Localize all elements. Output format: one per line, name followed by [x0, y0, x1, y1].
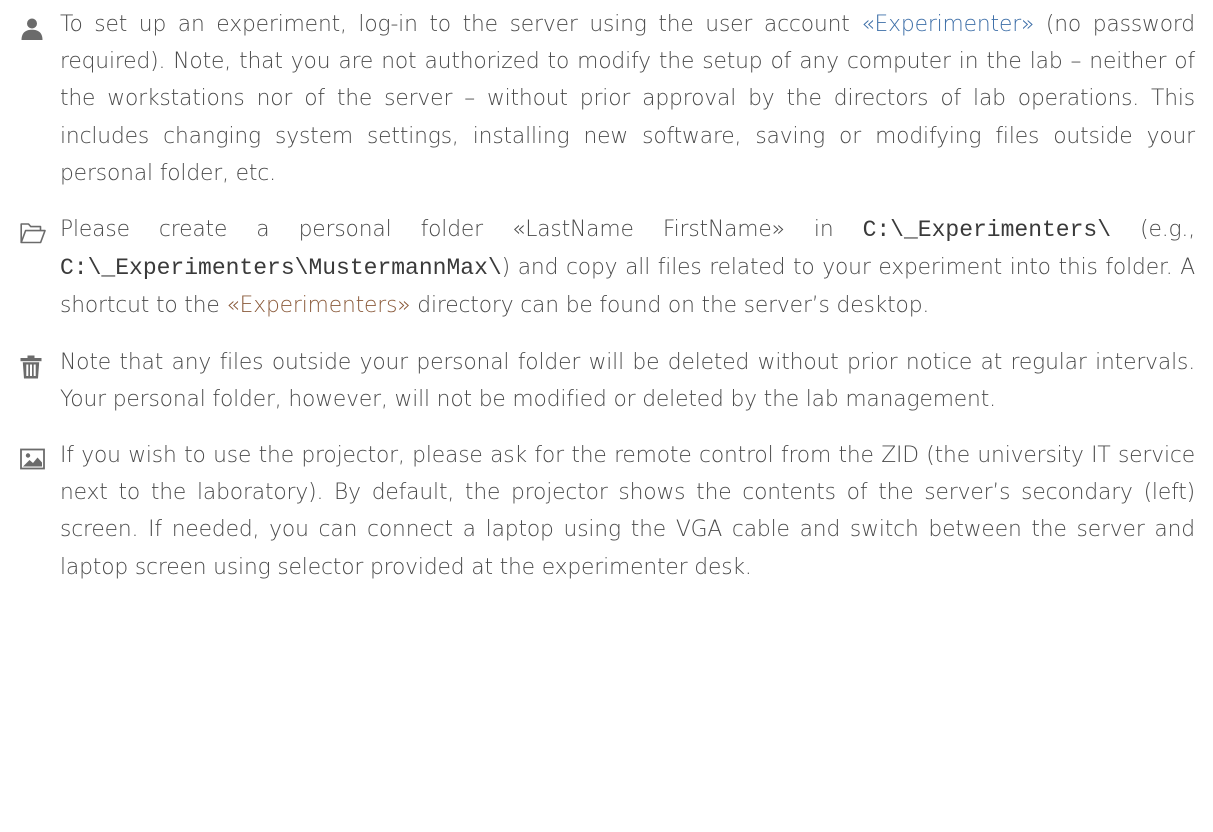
text-run: Please create a personal folder «LastNam… — [60, 217, 863, 243]
trash-icon — [20, 344, 60, 384]
list-item: To set up an experiment, log-in to the s… — [20, 6, 1195, 192]
item-text: If you wish to use the projector, please… — [60, 437, 1195, 586]
list-item: Note that any files outside your persona… — [20, 344, 1195, 418]
item-text: Please create a personal folder «LastNam… — [60, 211, 1195, 325]
instructions-page: To set up an experiment, log-in to the s… — [0, 0, 1213, 832]
example-path: C:\_Experimenters\MustermannMax\ — [60, 255, 502, 282]
user-icon — [20, 6, 60, 46]
account-link[interactable]: «Experimen­ter» — [861, 12, 1034, 37]
image-icon — [20, 437, 60, 477]
text-run: To set up an experiment, log-in to the s… — [60, 12, 862, 37]
text-run: (no password required). Note, that you a… — [60, 12, 1195, 186]
text-run: directory can be found on the server’s d… — [410, 293, 930, 319]
folder-path: C:\_Experimenters\ — [862, 217, 1112, 244]
text-run: If you wish to use the projector, please… — [60, 443, 1195, 580]
folder-open-icon — [20, 211, 60, 251]
text-run: Note that any files outside your persona… — [60, 349, 1195, 412]
list-item: If you wish to use the projector, please… — [20, 437, 1195, 586]
text-run: (e.g., — [1111, 217, 1195, 243]
experimenters-link[interactable]: «Experimenters» — [226, 293, 410, 318]
list-item: Please create a personal folder «LastNam… — [20, 211, 1195, 325]
item-text: To set up an experiment, log-in to the s… — [60, 6, 1195, 192]
item-text: Note that any files outside your persona… — [60, 344, 1195, 418]
